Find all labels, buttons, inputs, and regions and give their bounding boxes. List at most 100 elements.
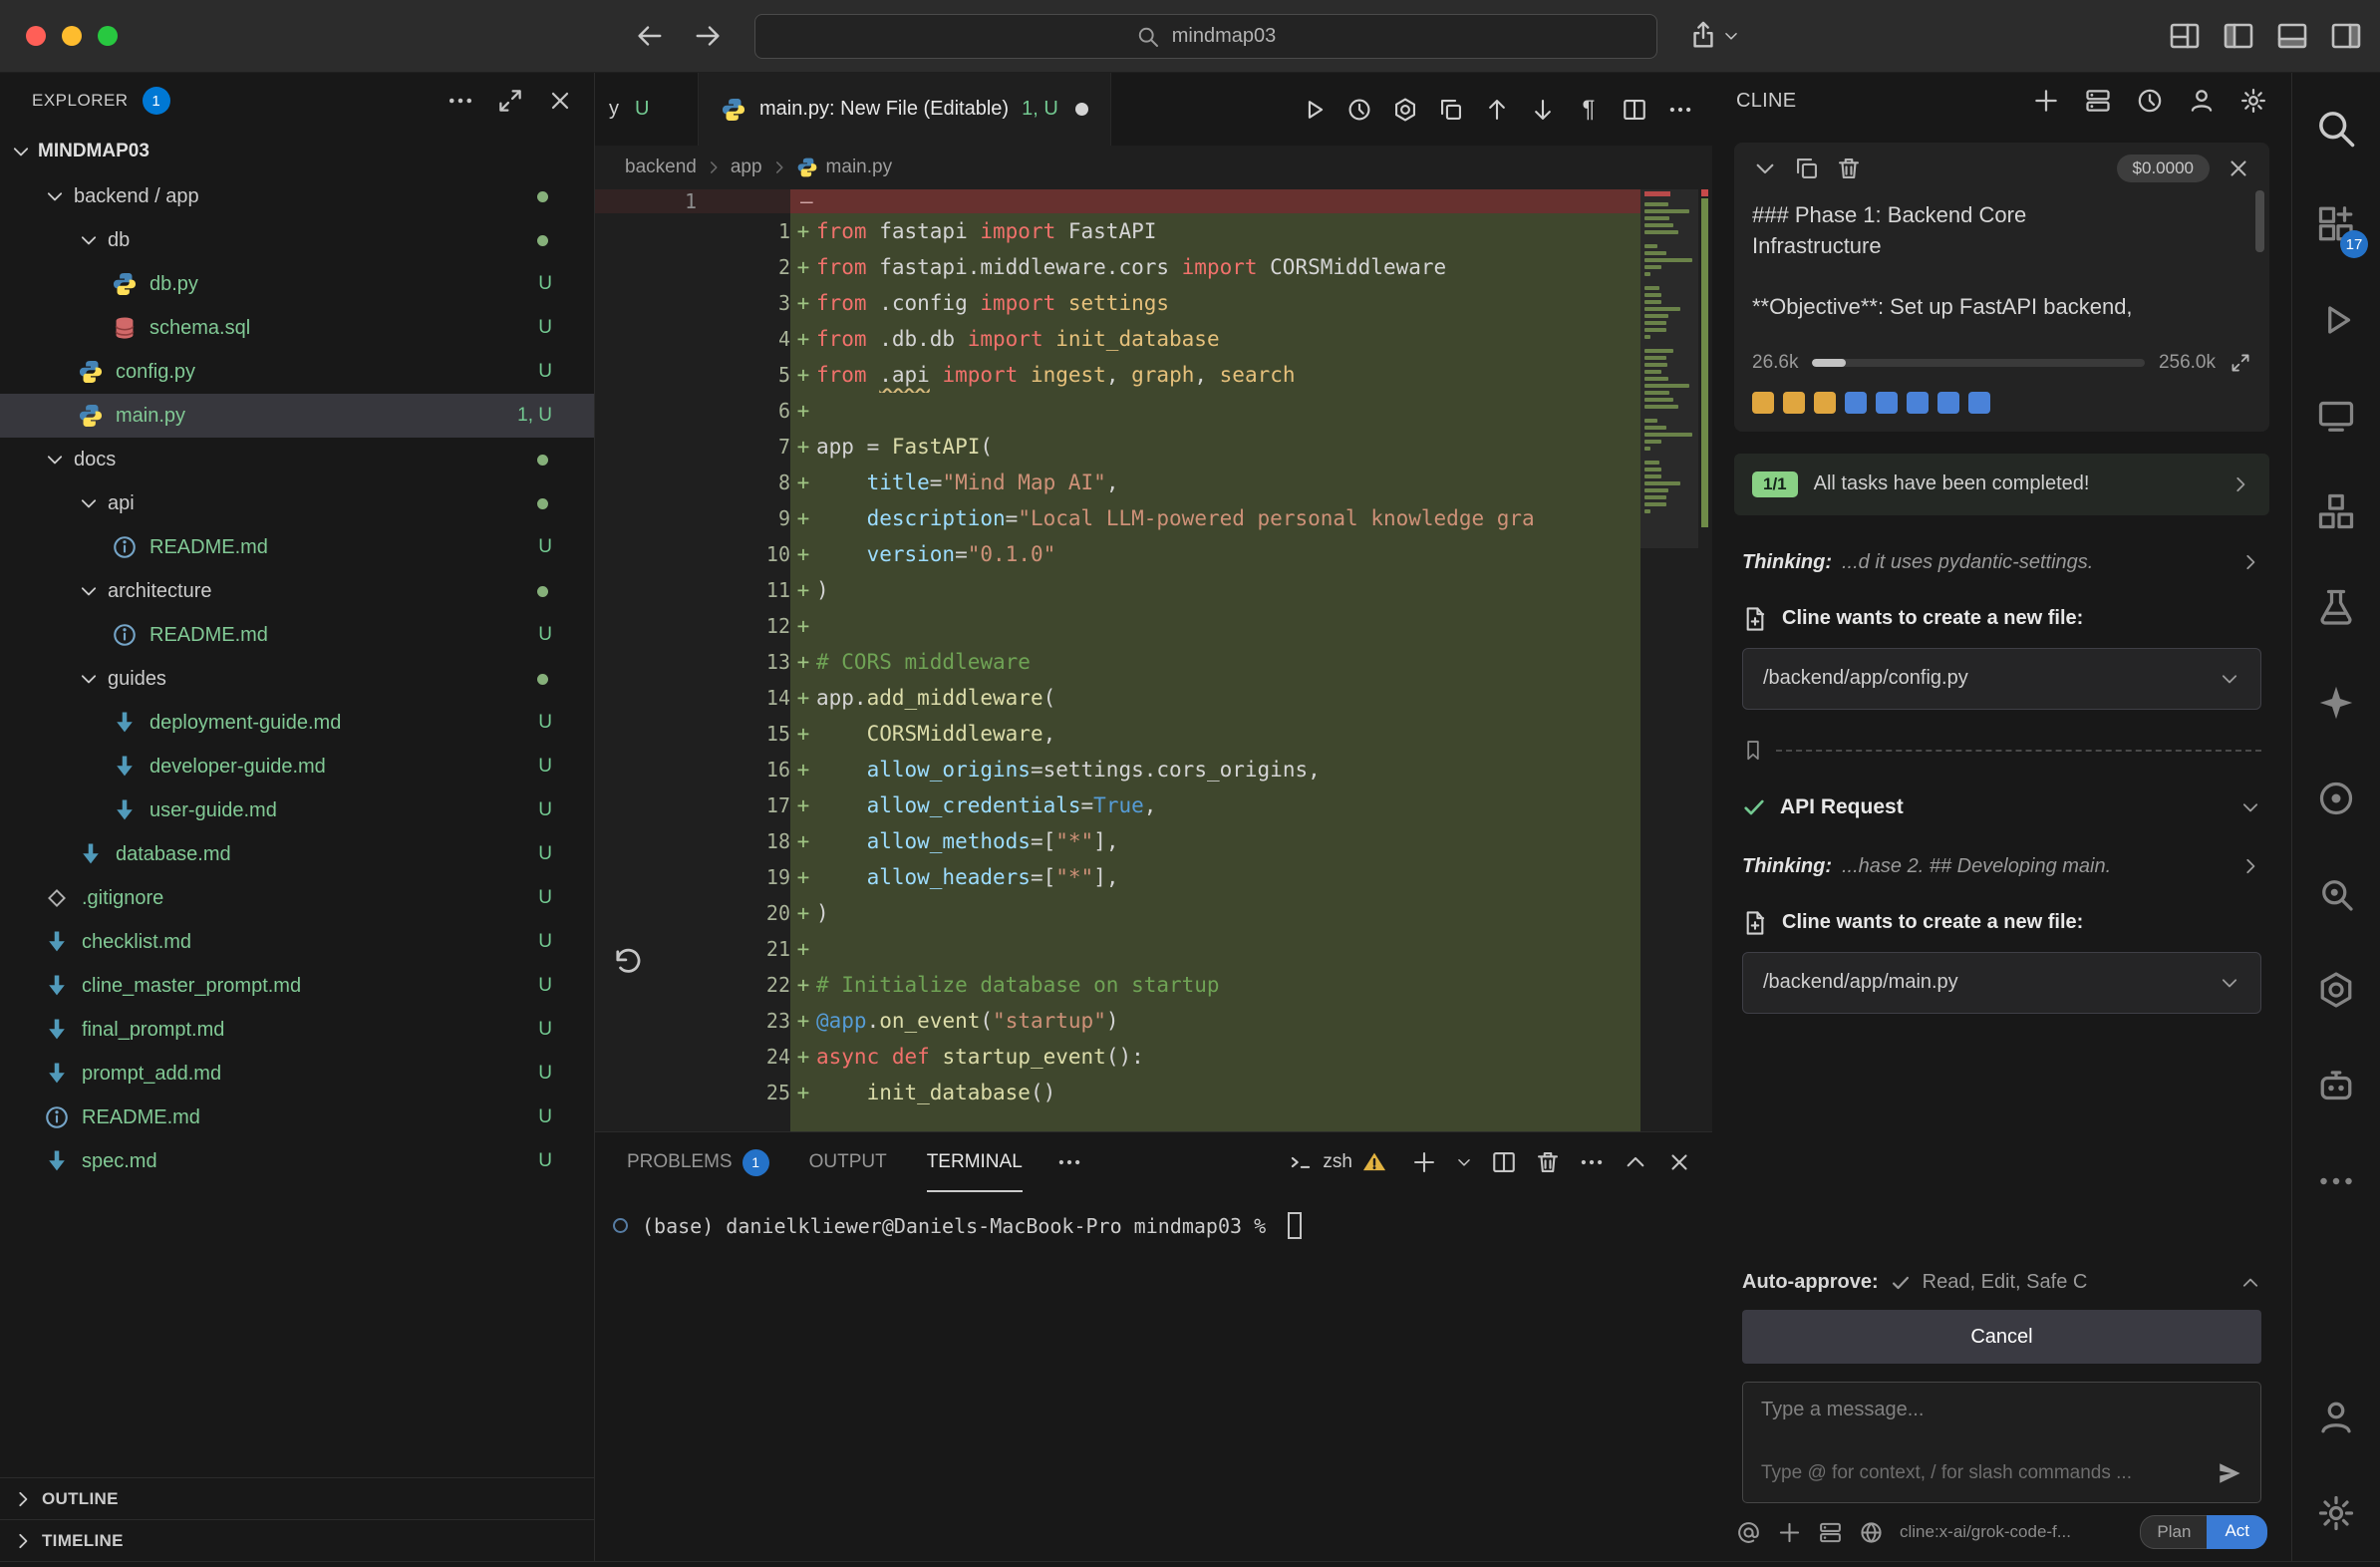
act-button[interactable]: Act [2207,1515,2267,1549]
code-editor[interactable]: 1—1+from fastapi import FastAPI2+from fa… [595,189,1712,1131]
maximize-panel-icon[interactable] [1623,1149,1648,1175]
tasks-complete-banner[interactable]: 1/1 All tasks have been completed! [1734,454,2269,515]
delete-task-icon[interactable] [1836,156,1862,181]
tree-item[interactable]: api [0,481,594,525]
customize-layout-icon[interactable] [2169,20,2201,52]
breadcrumb-main-py[interactable]: main.py [826,157,893,178]
share-chevron-icon[interactable] [1722,27,1740,45]
tree-item[interactable]: db.pyU [0,262,594,306]
activity-testing[interactable] [2292,559,2380,655]
activity-extension-b[interactable] [2292,846,2380,942]
tree-item[interactable]: docs [0,438,594,481]
tab-output[interactable]: OUTPUT [809,1132,887,1192]
send-icon[interactable] [2217,1460,2242,1486]
checkpoint-square[interactable] [1937,392,1959,414]
close-panel-icon[interactable] [1666,1149,1692,1175]
forward-icon[interactable] [694,21,724,51]
terminal-more-icon[interactable] [1579,1149,1605,1175]
close-task-icon[interactable] [2226,156,2251,181]
checkpoint-square[interactable] [1845,392,1867,414]
tree-item[interactable]: spec.mdU [0,1139,594,1183]
activity-search[interactable] [2292,81,2380,176]
checkpoint-separator[interactable] [1742,740,2261,762]
tree-item[interactable]: schema.sqlU [0,306,594,350]
activity-extension-a[interactable] [2292,751,2380,846]
toggle-panel-icon[interactable] [2276,20,2308,52]
timeline-icon[interactable] [1346,97,1372,123]
dirty-indicator[interactable] [1075,103,1088,116]
checkpoint-square[interactable] [1907,392,1929,414]
thinking-row-1[interactable]: Thinking: ...d it uses pydantic-settings… [1742,551,2261,574]
checkpoint-square[interactable] [1968,392,1990,414]
tree-item[interactable]: main.py1, U [0,394,594,438]
terminal-body[interactable]: (base) danielkliewer@Daniels-MacBook-Pro… [595,1192,1712,1239]
close-sidebar-icon[interactable] [546,87,574,115]
toggle-primary-sidebar-icon[interactable] [2223,20,2254,52]
close-window-button[interactable] [26,26,46,46]
ai-assistant-icon[interactable] [1392,97,1418,123]
settings-icon[interactable] [2239,87,2267,115]
tree-item[interactable]: backend / app [0,174,594,218]
expand-sidebar-icon[interactable] [496,87,524,115]
command-center[interactable]: mindmap03 [754,14,1657,59]
checkpoint-square[interactable] [1814,392,1836,414]
file-path-config[interactable]: /backend/app/config.py [1742,648,2261,710]
editor-more-icon[interactable] [1667,97,1693,123]
activity-blocks[interactable] [2292,464,2380,559]
tree-item[interactable]: README.mdU [0,1096,594,1139]
activity-copilot[interactable] [2292,655,2380,751]
model-selector[interactable]: cline:x-ai/grok-code-f... [1900,1522,2071,1542]
mention-icon[interactable] [1736,1520,1761,1545]
share-icon[interactable] [1688,21,1718,51]
plan-button[interactable]: Plan [2140,1515,2207,1549]
tree-item[interactable]: guides [0,657,594,701]
add-context-icon[interactable] [1777,1520,1802,1545]
next-change-icon[interactable] [1530,97,1556,123]
tree-item[interactable]: developer-guide.mdU [0,745,594,788]
account-icon[interactable] [2188,87,2216,115]
views-more-icon[interactable] [446,87,474,115]
activity-remote[interactable] [2292,368,2380,464]
tree-item[interactable]: user-guide.mdU [0,788,594,832]
tree-item[interactable]: architecture [0,569,594,613]
toggle-secondary-sidebar-icon[interactable] [2330,20,2362,52]
tree-item[interactable]: deployment-guide.mdU [0,701,594,745]
terminal-dropdown-icon[interactable] [1455,1149,1473,1175]
run-file-icon[interactable] [1301,97,1327,123]
revert-icon[interactable] [611,945,645,979]
tab-partial[interactable]: y U [595,73,699,146]
previous-change-icon[interactable] [1484,97,1510,123]
copy-task-icon[interactable] [1794,156,1820,181]
tab-problems[interactable]: PROBLEMS 1 [627,1132,769,1192]
zoom-window-button[interactable] [98,26,118,46]
auto-approve-row[interactable]: Auto-approve: Read, Edit, Safe C [1742,1271,2261,1294]
file-path-main[interactable]: /backend/app/main.py [1742,952,2261,1014]
tree-item[interactable]: db [0,218,594,262]
new-task-icon[interactable] [2032,87,2060,115]
history-icon[interactable] [2136,87,2164,115]
split-editor-icon[interactable] [1622,97,1647,123]
tree-item[interactable]: config.pyU [0,350,594,394]
back-icon[interactable] [634,21,664,51]
panel-tabs-more-icon[interactable] [1056,1149,1082,1175]
activity-settings[interactable] [2292,1465,2380,1561]
activity-robot[interactable] [2292,1038,2380,1133]
tree-item[interactable]: database.mdU [0,832,594,876]
collapse-task-icon[interactable] [1752,156,1778,181]
card-scrollbar[interactable] [2255,190,2264,252]
tree-root-mindmap03[interactable]: MINDMAP03 [0,129,594,174]
tree-item[interactable]: README.mdU [0,525,594,569]
split-terminal-icon[interactable] [1491,1149,1517,1175]
breadcrumb-app[interactable]: app [731,157,762,178]
thinking-row-2[interactable]: Thinking: ...hase 2. ## Developing main. [1742,855,2261,878]
kill-terminal-icon[interactable] [1535,1149,1561,1175]
minimize-window-button[interactable] [62,26,82,46]
activity-accounts[interactable] [2292,1370,2380,1465]
checkpoint-square[interactable] [1752,392,1774,414]
tree-item[interactable]: prompt_add.mdU [0,1052,594,1096]
outline-section[interactable]: OUTLINE [0,1477,594,1519]
tree-item[interactable]: .gitignoreU [0,876,594,920]
tree-item[interactable]: checklist.mdU [0,920,594,964]
checkpoint-square[interactable] [1876,392,1898,414]
activity-more[interactable] [2292,1133,2380,1229]
